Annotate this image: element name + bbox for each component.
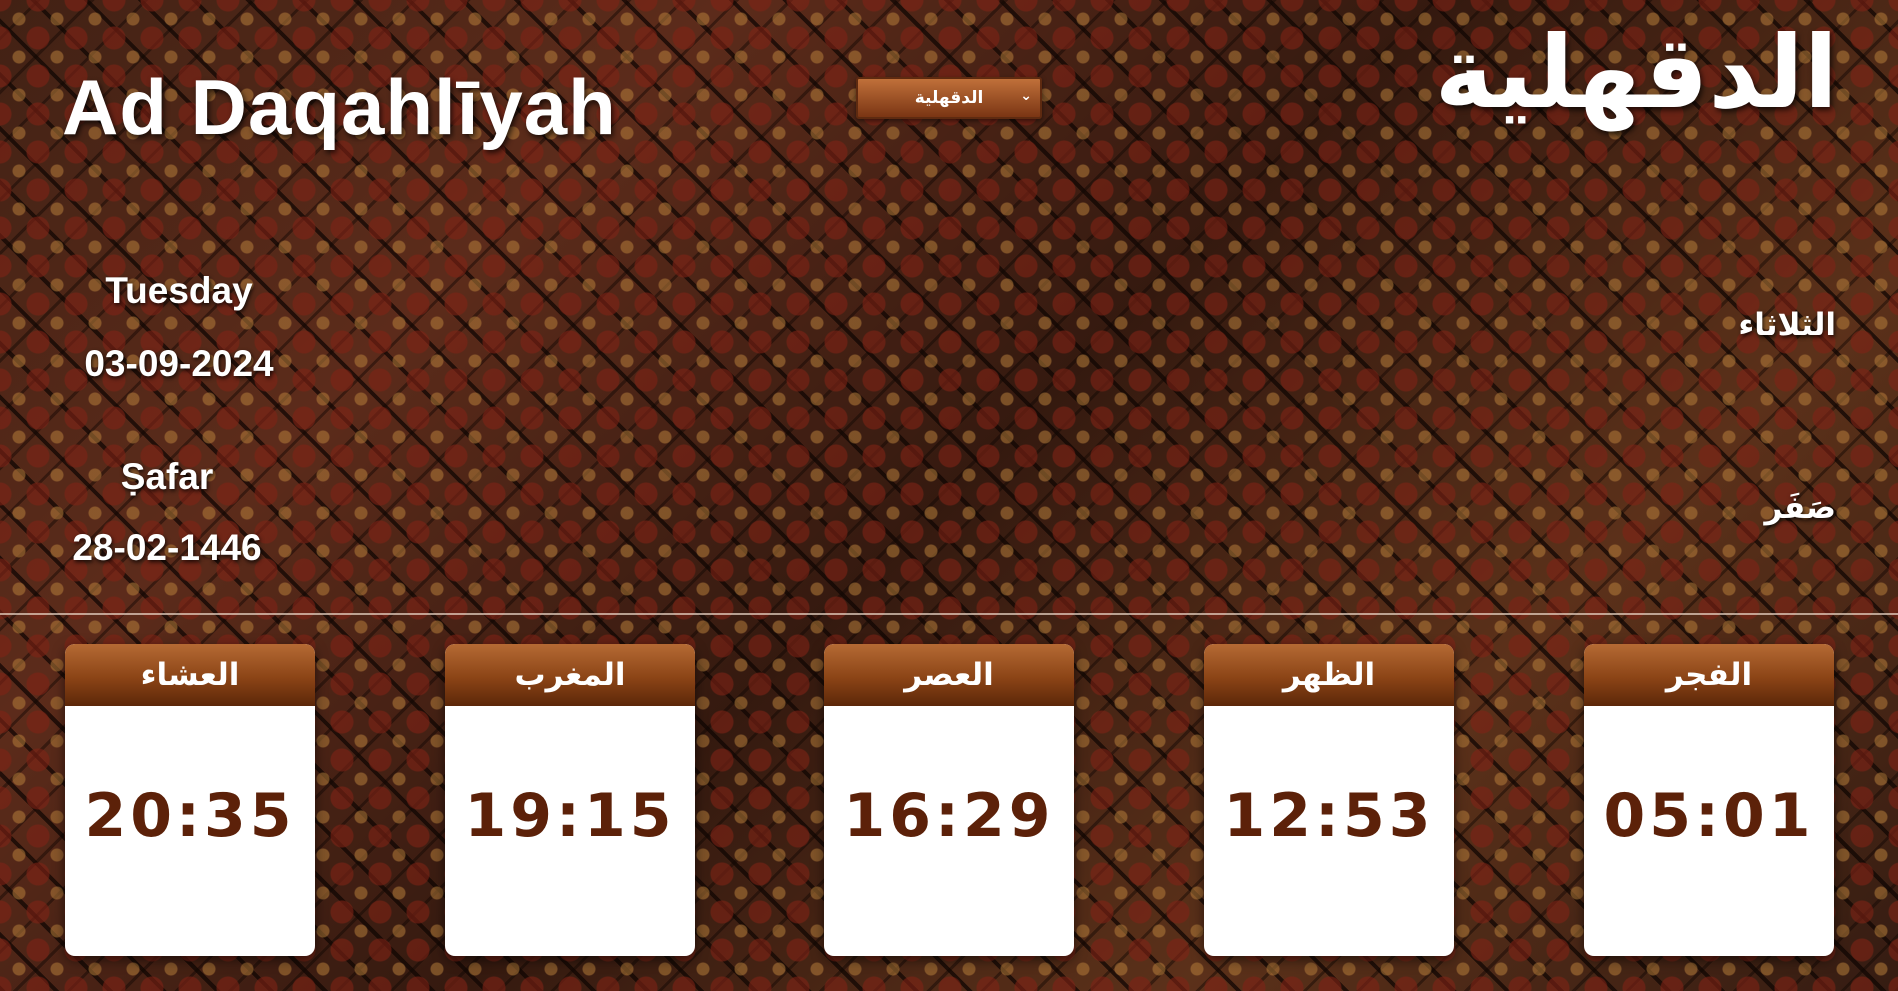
prayer-time: 20:35: [84, 781, 296, 851]
gregorian-date: 03-09-2024: [84, 343, 274, 384]
city-select-value: الدقهلية: [914, 88, 984, 108]
prayer-card-maghrib: المغرب 19:15: [445, 644, 695, 956]
prayer-name: المغرب: [445, 644, 695, 706]
prayer-card-asr: العصر 16:29: [824, 644, 1074, 956]
prayer-time: 12:53: [1223, 781, 1435, 851]
prayer-name: العصر: [824, 644, 1074, 706]
prayer-name: العشاء: [65, 644, 315, 706]
gregorian-day: Tuesday: [105, 270, 253, 311]
prayer-time: 16:29: [843, 781, 1055, 851]
prayer-time: 05:01: [1603, 781, 1815, 851]
chevron-down-icon: ⌄: [1020, 88, 1032, 104]
prayer-name: الفجر: [1584, 644, 1834, 706]
prayer-card-dhuhr: الظهر 12:53: [1204, 644, 1454, 956]
section-divider: [0, 613, 1898, 615]
arabic-month-label: صَفَر: [1764, 490, 1836, 526]
city-title-english: Ad Daqahlīyah: [62, 63, 617, 151]
prayer-name: الظهر: [1204, 644, 1454, 706]
prayer-card-isha: العشاء 20:35: [65, 644, 315, 956]
prayer-card-fajr: الفجر 05:01: [1584, 644, 1834, 956]
prayer-time: 19:15: [464, 781, 676, 851]
hijri-month: Ṣafar: [120, 456, 214, 497]
hijri-date: 28-02-1446: [72, 527, 262, 568]
city-select-dropdown[interactable]: الدقهلية ⌄: [856, 77, 1042, 119]
city-title-arabic: الدقهلية: [1434, 14, 1838, 131]
arabic-day-label: الثلاثاء: [1738, 307, 1836, 343]
